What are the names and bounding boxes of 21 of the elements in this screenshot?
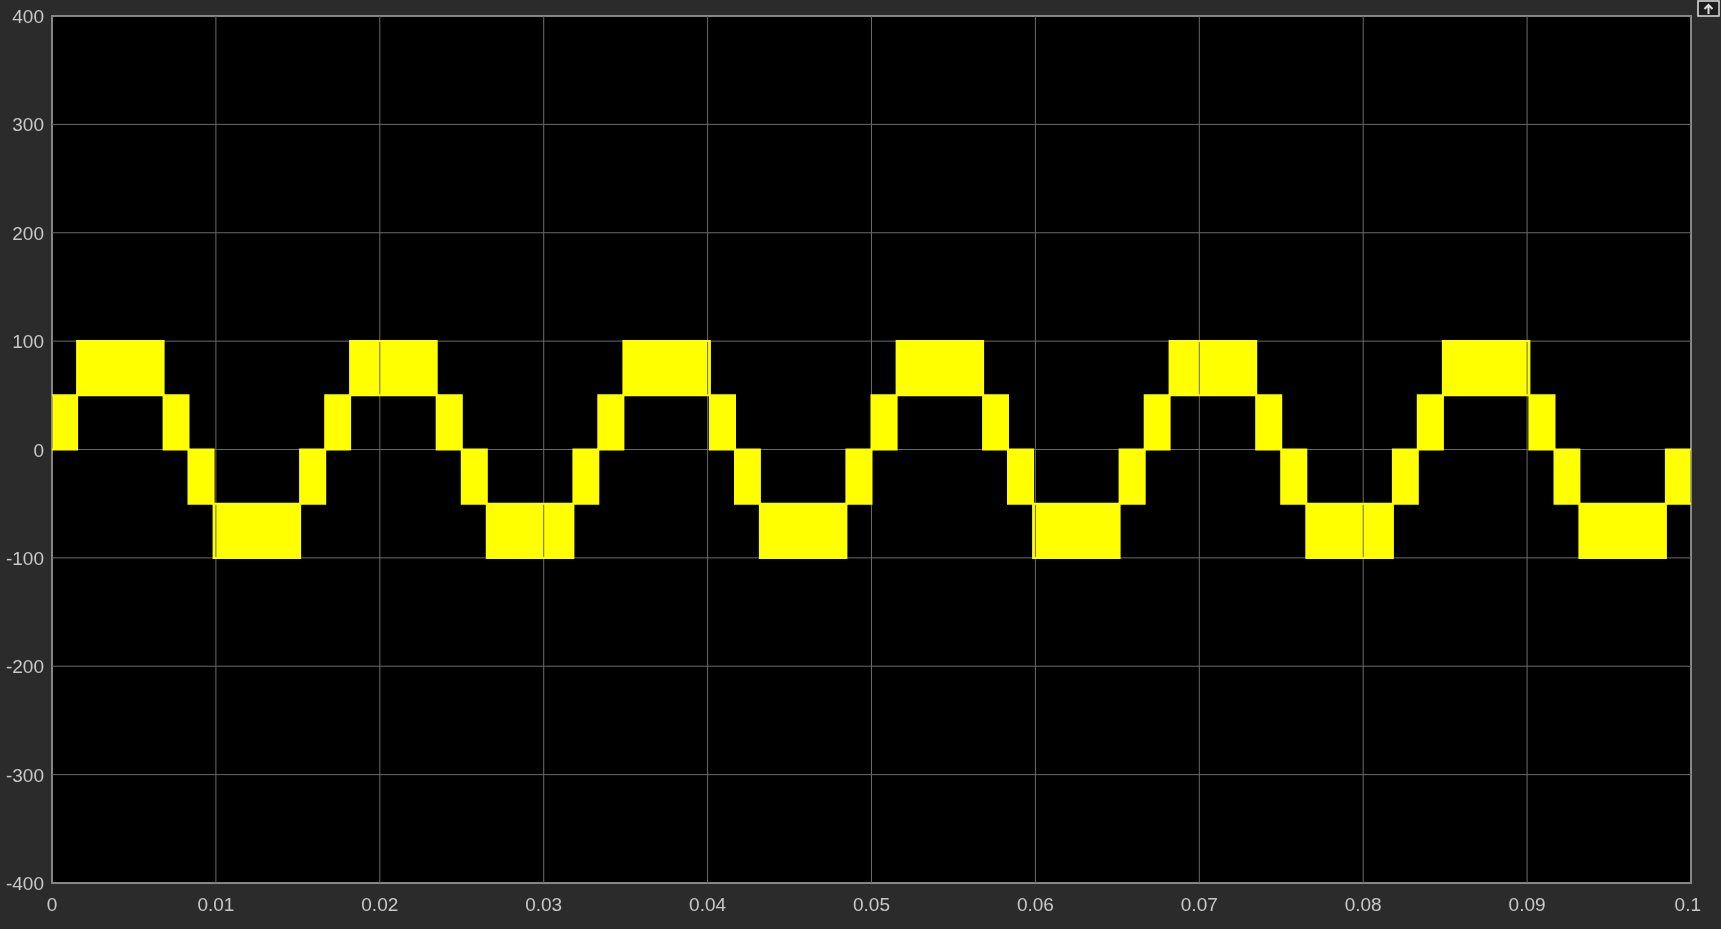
x-tick-label: 0 [46, 894, 58, 915]
x-tick-label: 0.01 [197, 894, 235, 915]
y-tick-label: -200 [5, 656, 44, 678]
y-tick-label: 200 [12, 222, 44, 244]
x-tick-label: 0.03 [525, 894, 563, 915]
y-tick-label: -400 [5, 873, 44, 894]
x-tick-label: 0.02 [361, 894, 399, 915]
x-tick-label: 0.1 [1674, 894, 1701, 915]
y-tick-label: -300 [5, 764, 44, 786]
y-tick-label: 300 [12, 114, 44, 136]
y-tick-label: 100 [12, 331, 44, 353]
y-tick-label: 0 [33, 439, 44, 461]
x-tick-label: 0.07 [1180, 894, 1218, 915]
x-tick-label: 0.08 [1344, 894, 1382, 915]
x-tick-label: 0.06 [1016, 894, 1054, 915]
x-tick-label: 0.04 [689, 894, 727, 915]
y-tick-label: 400 [12, 6, 44, 27]
x-tick-label: 0.05 [853, 894, 890, 915]
y-tick-label: -100 [5, 547, 44, 569]
undock-icon[interactable] [1697, 0, 1720, 17]
x-tick-label: 0.09 [1508, 894, 1546, 915]
